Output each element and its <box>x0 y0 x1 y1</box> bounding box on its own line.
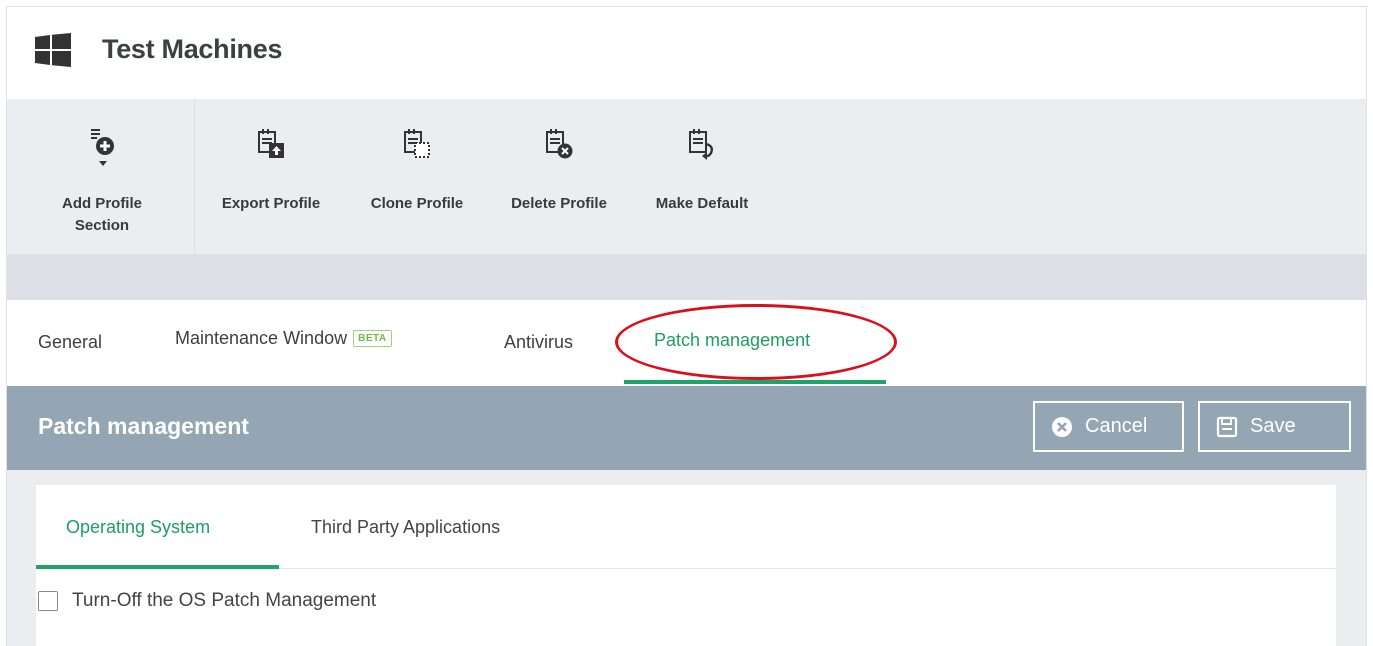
clone-profile-button[interactable]: Clone Profile <box>352 99 482 255</box>
cancel-button[interactable]: Cancel <box>1033 401 1184 452</box>
export-profile-button[interactable]: Export Profile <box>205 99 337 255</box>
profile-tabs: General Maintenance Window BETA Antivirus… <box>7 300 1366 386</box>
make-default-label: Make Default <box>655 195 749 212</box>
toolbar: Add Profile Section Export Profile Clone… <box>7 99 1366 255</box>
export-profile-label: Export Profile <box>221 195 321 212</box>
save-icon <box>1216 416 1238 437</box>
page-title: Test Machines <box>102 34 283 64</box>
turn-off-os-patch-checkbox[interactable] <box>38 591 58 611</box>
cancel-icon <box>1052 416 1072 437</box>
export-profile-icon <box>258 129 284 158</box>
toolbar-divider <box>194 99 195 255</box>
section-title: Patch management <box>38 413 249 439</box>
section-content: Operating System Third Party Application… <box>7 470 1366 646</box>
delete-profile-label: Delete Profile <box>511 195 607 212</box>
tab-maintenance-window[interactable]: Maintenance Window BETA <box>175 328 392 349</box>
add-profile-section-button[interactable]: Add Profile Section <box>37 99 167 255</box>
make-default-button[interactable]: Make Default <box>639 99 765 255</box>
tab-maintenance-window-label: Maintenance Window <box>175 328 348 348</box>
tab-antivirus[interactable]: Antivirus <box>504 332 573 353</box>
save-label: Save <box>1250 415 1296 437</box>
patch-settings-panel: Operating System Third Party Application… <box>36 485 1336 646</box>
subtab-operating-system[interactable]: Operating System <box>66 517 210 538</box>
subtab-third-party-applications[interactable]: Third Party Applications <box>311 517 500 538</box>
beta-badge: BETA <box>353 330 392 347</box>
delete-profile-button[interactable]: Delete Profile <box>495 99 623 255</box>
add-profile-section-label: Add Profile Section <box>61 195 142 234</box>
save-button[interactable]: Save <box>1198 401 1351 452</box>
profile-window: Test Machines Add Profile Section Export… <box>6 6 1367 646</box>
tab-patch-management[interactable]: Patch management <box>654 330 810 351</box>
active-tab-indicator <box>624 380 886 384</box>
tab-antivirus-label: Antivirus <box>504 332 574 352</box>
tab-general-label: General <box>38 332 103 352</box>
toolbar-spacer <box>7 255 1366 300</box>
clone-profile-label: Clone Profile <box>370 195 464 212</box>
section-header: Patch management Cancel Save <box>7 386 1366 470</box>
delete-profile-icon <box>546 129 573 159</box>
tab-general[interactable]: General <box>38 332 102 353</box>
add-section-icon <box>91 129 114 166</box>
active-subtab-indicator <box>36 565 279 569</box>
subtab-operating-system-label: Operating System <box>66 517 211 537</box>
subtab-third-party-label: Third Party Applications <box>311 517 501 537</box>
cancel-label: Cancel <box>1085 415 1148 437</box>
turn-off-os-patch-label: Turn-Off the OS Patch Management <box>72 590 377 611</box>
tab-patch-management-label: Patch management <box>654 330 811 350</box>
windows-logo-icon <box>35 33 71 67</box>
make-default-icon <box>689 129 714 160</box>
clone-profile-icon <box>404 129 430 158</box>
turn-off-os-patch-option[interactable]: Turn-Off the OS Patch Management <box>38 590 376 612</box>
page-header: Test Machines <box>7 7 1366 99</box>
